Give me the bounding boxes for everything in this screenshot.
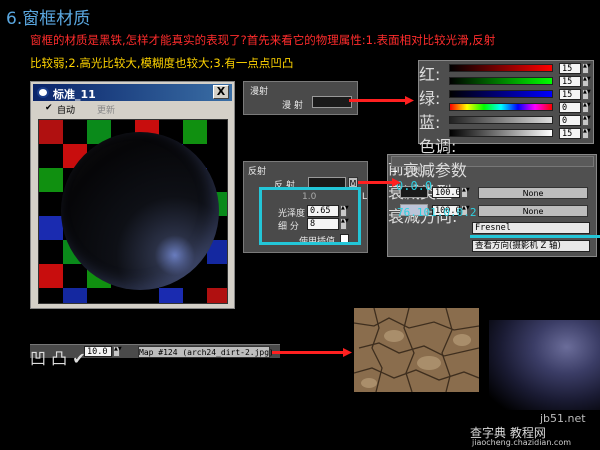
material-preview xyxy=(38,119,228,304)
side-map-button[interactable]: None xyxy=(478,205,588,217)
color-picker-panel: 红:15▲▼绿:15▲▼蓝:15▲▼色调:0▲▼饱和度:0▲▼亮度:15▲▼ xyxy=(418,60,594,204)
checker-cell xyxy=(39,192,63,216)
bump-amount-spinner[interactable]: ▲▼ xyxy=(113,346,122,357)
fresnel-highlight-line xyxy=(470,235,600,238)
app-icon xyxy=(37,87,49,98)
color-slider[interactable] xyxy=(449,90,553,98)
diffuse-label: 漫 射 xyxy=(282,101,303,111)
diffuse-header: 漫射 xyxy=(250,87,269,97)
update-button[interactable]: 更新 xyxy=(97,103,115,116)
falloff-type-dropdown[interactable]: Fresnel xyxy=(472,222,590,234)
checker-cell xyxy=(207,288,227,303)
description-line-2: 比较弱;2.高光比较大,模糊度也较大;3.有一点点凹凸 xyxy=(30,56,294,70)
falloff-header-bar[interactable]: - 衰减参数 xyxy=(391,156,594,180)
checker-cell xyxy=(39,120,63,144)
checker-cell xyxy=(63,120,87,144)
checker-cell xyxy=(39,264,63,288)
checker-cell xyxy=(207,120,227,144)
front-amount-field[interactable]: 100.0 xyxy=(432,187,460,198)
reflect-header: 反射 xyxy=(248,167,267,177)
side-color-readout: 76.101.0.0.2 xyxy=(397,206,477,219)
color-value-field[interactable]: 0 xyxy=(559,102,581,113)
page-title: 6.窗框材质 xyxy=(6,9,91,29)
diffuse-panel: 漫射 漫 射 xyxy=(243,81,358,115)
arrow-map-head xyxy=(343,348,352,357)
falloff-header: 衰减参数 xyxy=(402,161,467,180)
color-value-spinner[interactable]: ▲▼ xyxy=(582,128,591,139)
close-button[interactable]: X xyxy=(213,85,229,99)
window-titlebar[interactable]: 标准_11 X xyxy=(33,84,232,101)
checker-cell xyxy=(135,288,159,303)
checker-cell xyxy=(111,288,135,303)
bump-label-1: 凹 xyxy=(30,349,47,368)
color-slider[interactable] xyxy=(449,116,553,124)
checker-cell xyxy=(39,168,63,192)
checker-cell xyxy=(207,264,227,288)
checker-cell xyxy=(183,120,207,144)
arrow-map xyxy=(272,351,344,354)
checker-cell xyxy=(63,264,87,288)
color-slider[interactable] xyxy=(449,77,553,85)
color-slider[interactable] xyxy=(449,129,553,137)
front-map-button[interactable]: None xyxy=(478,187,588,199)
bump-map-row: 凹 凸 10.0 ▲▼ ✔ Map #124 (arch24_dirt-2.jp… xyxy=(30,344,280,368)
description-line-1: 窗框的材质是黑铁,怎样才能真实的表现了?首先来看它的物理属性:1.表面相对比较光… xyxy=(30,33,496,47)
color-value-field[interactable]: 15 xyxy=(559,89,581,100)
color-value-field[interactable]: 0 xyxy=(559,115,581,126)
check-icon[interactable]: ✔ xyxy=(45,103,53,113)
checker-cell xyxy=(183,288,207,303)
front-amount-spinner[interactable]: ▲▼ xyxy=(461,187,470,198)
auto-checkbox-label[interactable]: 自动 xyxy=(57,103,75,116)
front-color-readout: 0.0.0 xyxy=(396,179,433,193)
window-toolbar: ✔ 自动 更新 xyxy=(33,102,232,116)
background-gradient xyxy=(489,320,600,410)
checker-cell xyxy=(39,144,63,168)
color-value-spinner[interactable]: ▲▼ xyxy=(582,89,591,100)
color-value-spinner[interactable]: ▲▼ xyxy=(582,115,591,126)
material-preview-window: 标准_11 X ✔ 自动 更新 xyxy=(30,81,235,309)
checker-cell xyxy=(159,288,183,303)
arrow-diffuse xyxy=(349,99,405,102)
checker-cell xyxy=(39,288,63,303)
checker-cell xyxy=(39,216,63,240)
color-value-spinner[interactable]: ▲▼ xyxy=(582,102,591,113)
arrow-diffuse-head xyxy=(405,96,414,105)
collapse-icon[interactable]: - xyxy=(392,161,398,180)
checker-cell xyxy=(207,144,227,168)
arrow-reflect xyxy=(358,181,394,184)
color-value-spinner[interactable]: ▲▼ xyxy=(582,63,591,74)
bump-amount-field[interactable]: 10.0 xyxy=(84,346,112,357)
color-value-spinner[interactable]: ▲▼ xyxy=(582,76,591,87)
color-value-field[interactable]: 15 xyxy=(559,128,581,139)
checker-cell xyxy=(63,288,87,303)
color-value-field[interactable]: 15 xyxy=(559,76,581,87)
bump-label-2: 凸 xyxy=(51,349,68,368)
bump-map-button[interactable]: Map #124 (arch24_dirt-2.jpg) xyxy=(138,346,274,358)
watermark-site: jb51.net xyxy=(540,412,586,425)
diffuse-color-swatch[interactable] xyxy=(312,96,352,108)
highlight-box xyxy=(259,187,361,245)
color-value-field[interactable]: 15 xyxy=(559,63,581,74)
window-title: 标准_11 xyxy=(53,88,96,101)
l-lock-label[interactable]: L xyxy=(362,192,367,202)
color-slider[interactable] xyxy=(449,64,553,72)
falloff-direction-dropdown[interactable]: 查看方向(摄影机 Z 轴) xyxy=(472,240,590,252)
dirt-texture-image xyxy=(354,308,479,392)
color-slider[interactable] xyxy=(449,103,553,111)
dirt-texture-svg xyxy=(354,308,479,392)
watermark-url: jiaocheng.chazidian.com xyxy=(472,438,572,447)
material-sphere xyxy=(61,132,219,290)
checker-cell xyxy=(87,288,111,303)
checker-cell xyxy=(39,240,63,264)
